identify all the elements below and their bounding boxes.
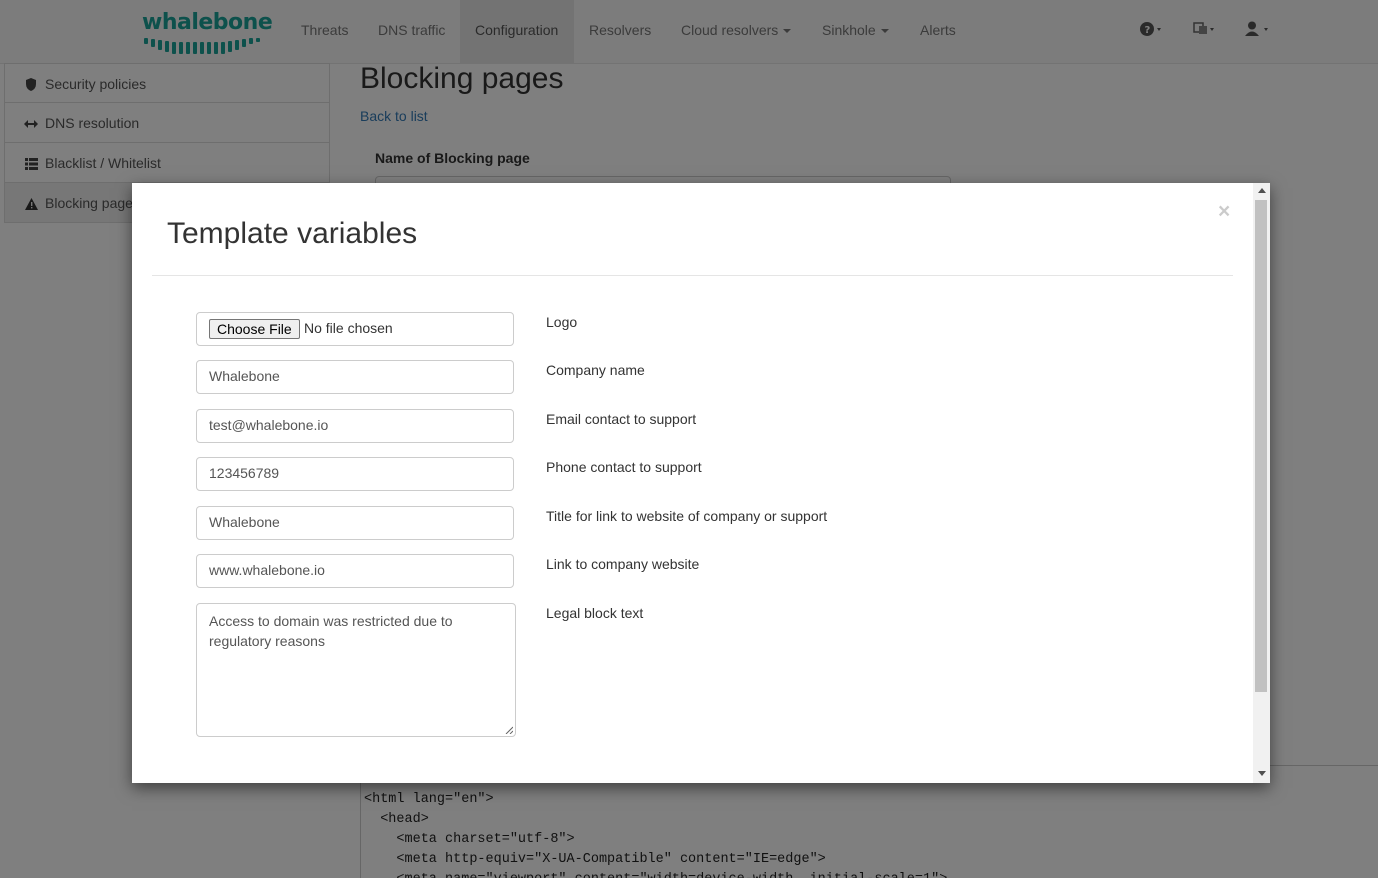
website-input[interactable]: www.whalebone.io — [196, 554, 514, 588]
phone-label: Phone contact to support — [546, 459, 702, 475]
legal-text-value: Access to domain was restricted due to r… — [209, 613, 453, 649]
website-label: Link to company website — [546, 556, 700, 572]
scroll-up-arrow-icon[interactable] — [1258, 188, 1266, 193]
company-name-input[interactable]: Whalebone — [196, 360, 514, 394]
legal-text-textarea[interactable]: Access to domain was restricted due to r… — [196, 603, 516, 737]
file-status-text: No file chosen — [304, 320, 393, 336]
logo-file-input[interactable]: Choose File No file chosen — [196, 312, 514, 346]
link-title-input[interactable]: Whalebone — [196, 506, 514, 540]
close-icon[interactable]: × — [1218, 201, 1230, 222]
email-label: Email contact to support — [546, 411, 697, 427]
email-input[interactable]: test@whalebone.io — [196, 409, 514, 443]
logo-label: Logo — [546, 314, 578, 330]
legal-text-label: Legal block text — [546, 605, 644, 621]
modal-title: Template variables — [167, 217, 418, 250]
phone-input[interactable]: 123456789 — [196, 457, 514, 491]
scroll-thumb[interactable] — [1255, 200, 1267, 692]
modal-scrollbar[interactable] — [1253, 183, 1270, 783]
template-variables-modal: × Template variables Choose File No file… — [132, 183, 1270, 783]
resize-grip-icon[interactable] — [505, 726, 513, 734]
company-name-label: Company name — [546, 362, 645, 378]
choose-file-button[interactable]: Choose File — [209, 319, 300, 339]
link-title-label: Title for link to website of company or … — [546, 508, 828, 524]
scroll-down-arrow-icon[interactable] — [1258, 771, 1266, 776]
modal-header-divider — [152, 275, 1233, 276]
